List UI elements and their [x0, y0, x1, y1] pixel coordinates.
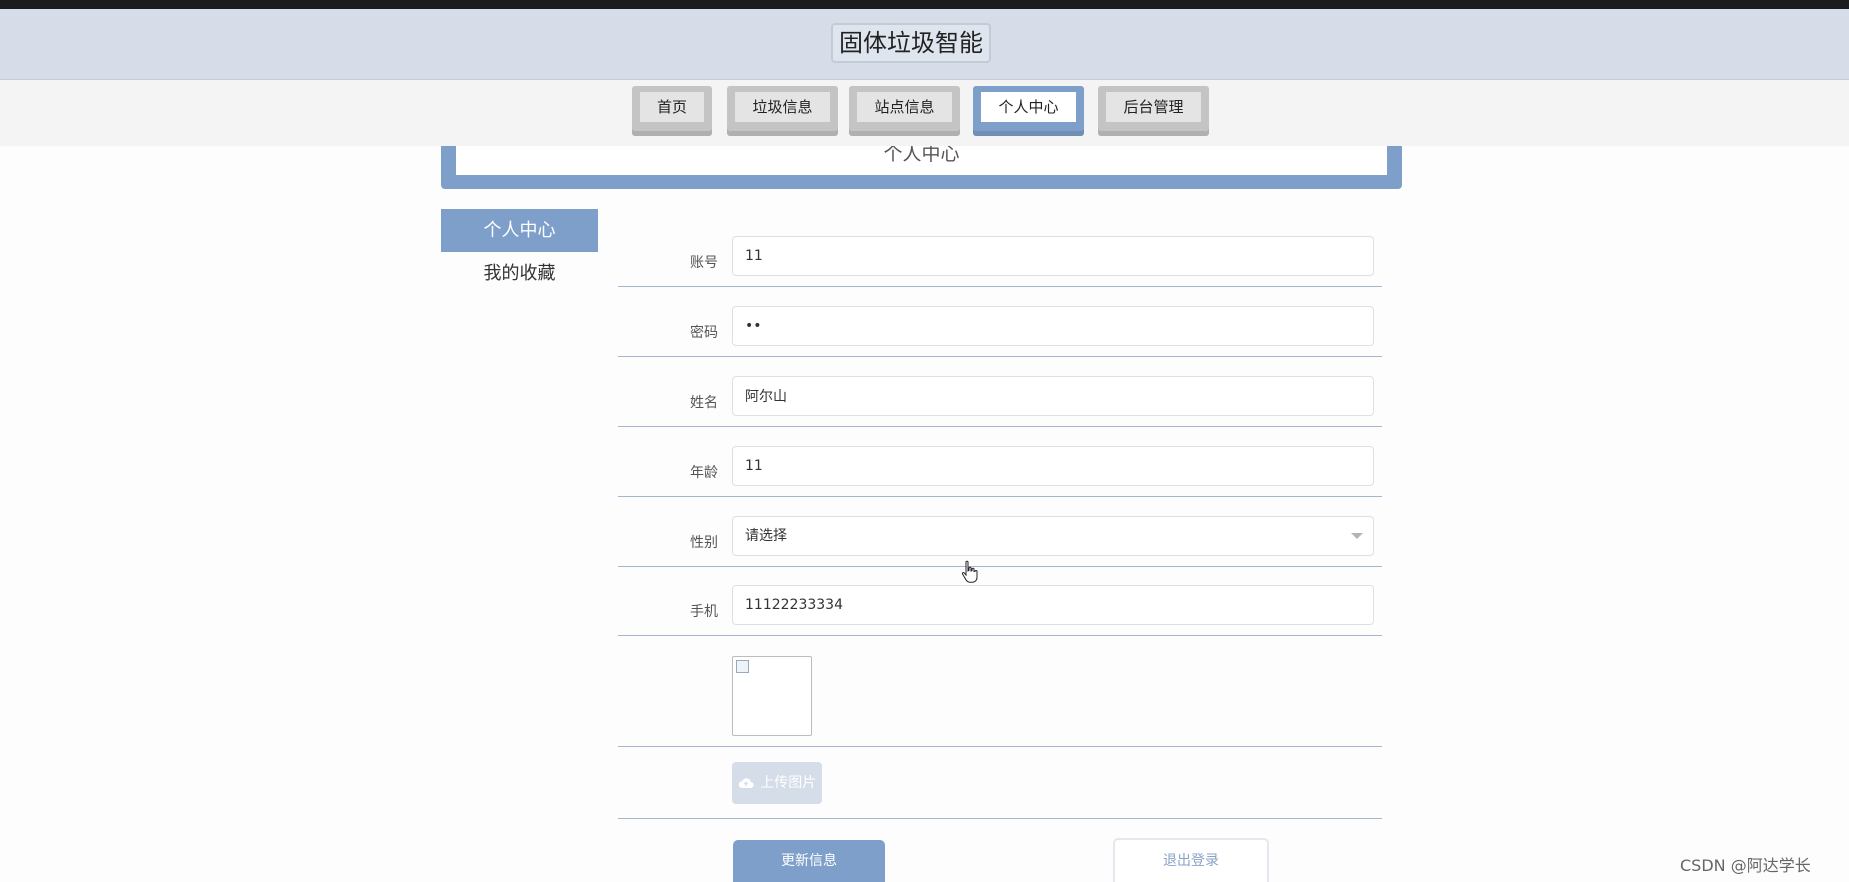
form-row-name: 姓名 — [618, 366, 1382, 427]
main-nav: 首页 垃圾信息 站点信息 个人中心 后台管理 — [0, 80, 1849, 146]
age-label: 年龄 — [690, 465, 718, 481]
site-header: 固体垃圾智能 — [0, 9, 1849, 80]
age-input[interactable] — [732, 446, 1374, 486]
form-row-gender: 性别 请选择 — [618, 506, 1382, 567]
name-label: 姓名 — [690, 395, 718, 411]
chevron-down-icon — [1351, 533, 1363, 539]
form-row-avatar — [618, 636, 1382, 747]
name-input[interactable] — [732, 376, 1374, 416]
site-title: 固体垃圾智能 — [831, 23, 991, 63]
nav-item-station-info[interactable]: 站点信息 — [849, 86, 960, 136]
gender-select-placeholder: 请选择 — [745, 528, 787, 544]
gender-select[interactable]: 请选择 — [732, 516, 1374, 556]
form-row-upload: 上传图片 — [618, 746, 1382, 819]
nav-item-label: 垃圾信息 — [735, 92, 830, 122]
form-row-password: 密码 •• — [618, 296, 1382, 357]
gender-label: 性别 — [690, 535, 718, 551]
section-banner: 个人中心 — [441, 146, 1402, 189]
window-top-bar — [0, 0, 1849, 9]
watermark: CSDN @阿达学长 — [1680, 856, 1811, 875]
phone-input[interactable] — [732, 585, 1374, 625]
avatar-image — [732, 656, 812, 736]
nav-item-label: 个人中心 — [981, 92, 1076, 122]
upload-image-label: 上传图片 — [760, 775, 817, 791]
form-row-account: 账号 — [618, 226, 1382, 287]
cloud-upload-icon — [738, 778, 754, 789]
nav-item-label: 后台管理 — [1106, 92, 1201, 122]
password-input[interactable]: •• — [732, 306, 1374, 346]
phone-label: 手机 — [690, 604, 718, 620]
account-label: 账号 — [690, 255, 718, 271]
nav-item-personal-center[interactable]: 个人中心 — [973, 86, 1084, 136]
nav-item-garbage-info[interactable]: 垃圾信息 — [727, 86, 838, 136]
banner-title: 个人中心 — [883, 146, 960, 165]
form-row-age: 年龄 — [618, 436, 1382, 497]
nav-item-admin[interactable]: 后台管理 — [1098, 86, 1209, 136]
banner-title-box: 个人中心 — [456, 146, 1387, 175]
sidebar-item-personal-center[interactable]: 个人中心 — [441, 209, 598, 252]
form-row-phone: 手机 — [618, 575, 1382, 636]
upload-image-button[interactable]: 上传图片 — [732, 762, 822, 804]
nav-item-label: 首页 — [640, 92, 704, 122]
update-info-button[interactable]: 更新信息 — [733, 840, 885, 882]
password-label: 密码 — [690, 325, 718, 341]
broken-image-icon — [736, 660, 749, 673]
hand-pointer-icon — [961, 560, 978, 583]
logout-button[interactable]: 退出登录 — [1113, 838, 1269, 882]
sidebar-item-favorites[interactable]: 我的收藏 — [441, 252, 598, 295]
nav-item-label: 站点信息 — [857, 92, 952, 122]
nav-item-home[interactable]: 首页 — [632, 86, 712, 136]
account-input[interactable] — [732, 236, 1374, 276]
